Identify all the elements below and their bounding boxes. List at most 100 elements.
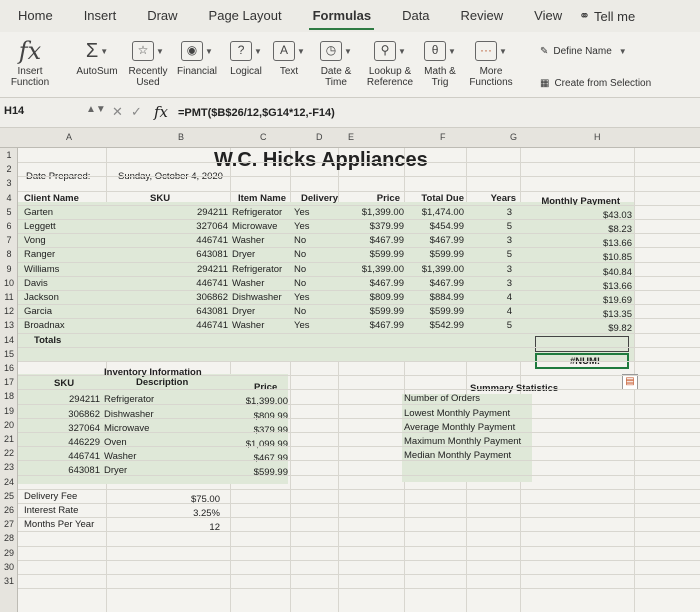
- row-header[interactable]: 12: [0, 306, 18, 316]
- row-header[interactable]: 4: [0, 193, 18, 203]
- letter-a-icon: A ▼: [272, 36, 306, 66]
- date-time-button[interactable]: ◷ ▼ Date & Time: [314, 36, 358, 88]
- gridline-h: [18, 503, 700, 504]
- order-header-cell: SKU: [150, 192, 171, 204]
- row-header[interactable]: 31: [0, 576, 18, 586]
- row-header[interactable]: 15: [0, 349, 18, 359]
- name-box[interactable]: H14: [4, 105, 24, 117]
- row-header[interactable]: 21: [0, 434, 18, 444]
- math-label-2: Trig: [431, 77, 449, 88]
- row-header[interactable]: 2: [0, 164, 18, 174]
- enter-check-icon[interactable]: ✓: [131, 104, 142, 120]
- parameter-label: Interest Rate: [24, 505, 79, 516]
- order-cell: Yes: [294, 292, 310, 303]
- row-header[interactable]: 9: [0, 264, 18, 274]
- tab-review[interactable]: Review: [443, 0, 517, 32]
- order-cell: $884.99: [429, 292, 464, 303]
- row-header[interactable]: 6: [0, 221, 18, 231]
- column-a-header[interactable]: A: [66, 132, 72, 142]
- recently-used-label-1: Recently: [128, 66, 168, 77]
- insert-function-button[interactable]: fx Insert Function: [6, 36, 54, 89]
- financial-button[interactable]: ◉ ▼ Financial: [172, 36, 222, 77]
- column-headers: A B C D E F G H: [0, 128, 700, 148]
- order-cell: $809.99: [369, 292, 404, 303]
- logical-button[interactable]: ? ▼ Logical: [226, 36, 266, 77]
- row-header[interactable]: 14: [0, 335, 18, 345]
- row-header[interactable]: 29: [0, 548, 18, 558]
- row-header[interactable]: 13: [0, 320, 18, 330]
- order-cell: $542.99: [429, 320, 464, 332]
- tab-data[interactable]: Data: [384, 0, 442, 32]
- row-header[interactable]: 10: [0, 278, 18, 288]
- math-trig-button[interactable]: θ ▼ Math & Trig: [420, 36, 460, 88]
- row-header[interactable]: 11: [0, 292, 18, 302]
- column-b-header[interactable]: B: [178, 132, 184, 142]
- order-cell: Yes: [294, 320, 310, 332]
- tab-draw[interactable]: Draw: [129, 0, 190, 32]
- row-header[interactable]: 7: [0, 235, 18, 245]
- order-cell: $599.99: [369, 306, 404, 318]
- row-header[interactable]: 16: [0, 363, 18, 373]
- lookup-label-1: Lookup &: [368, 66, 412, 77]
- define-name-label: Define Name: [553, 46, 612, 57]
- row-header[interactable]: 27: [0, 519, 18, 529]
- tab-formulas[interactable]: Formulas: [295, 0, 385, 32]
- row-header[interactable]: 3: [0, 178, 18, 188]
- order-cell: 3: [506, 277, 512, 289]
- tab-page-layout[interactable]: Page Layout: [191, 0, 295, 32]
- worksheet-grid[interactable]: A B C D E F G H 1 2 3 4 5 6 7 8 9 10 11 12 13 14 15 16 1…: [0, 128, 700, 612]
- magnifier-icon: ⚲ ▼: [362, 36, 418, 66]
- gridline-h: [18, 275, 700, 277]
- order-header-cell: Item Name: [237, 192, 286, 204]
- define-name-button[interactable]: ✎ Define Name ▼: [540, 46, 627, 57]
- updown-icon: ▲▼: [86, 104, 106, 115]
- row-header[interactable]: 22: [0, 448, 18, 458]
- column-e-header[interactable]: E: [348, 132, 354, 142]
- column-f-header[interactable]: F: [440, 132, 446, 142]
- text-button[interactable]: A ▼ Text: [272, 36, 306, 77]
- row-header[interactable]: 5: [0, 207, 18, 217]
- gridline-h: [18, 219, 700, 220]
- cancel-icon[interactable]: ✕: [112, 104, 123, 120]
- lookup-reference-button[interactable]: ⚲ ▼ Lookup & Reference: [362, 36, 418, 88]
- more-functions-button[interactable]: ··· ▼ More Functions: [466, 36, 516, 88]
- autosum-button[interactable]: Σ ▼ AutoSum: [76, 36, 118, 78]
- gridline-h: [18, 332, 700, 334]
- tab-insert[interactable]: Insert: [66, 0, 130, 32]
- row-header[interactable]: 26: [0, 505, 18, 515]
- column-d-header[interactable]: D: [316, 132, 323, 142]
- row-header[interactable]: 1: [0, 150, 18, 160]
- row-header[interactable]: 20: [0, 420, 18, 430]
- formula-input[interactable]: =PMT($B$26/12,$G14*12,-F14): [178, 107, 335, 119]
- create-from-selection-button[interactable]: ▦ Create from Selection: [540, 78, 651, 89]
- fx-icon[interactable]: fx: [154, 103, 168, 121]
- tell-me-search[interactable]: ⚭ Tell me: [579, 8, 635, 24]
- paste-options-icon[interactable]: ▤: [622, 374, 638, 390]
- row-header[interactable]: 18: [0, 391, 18, 401]
- row-header[interactable]: 19: [0, 406, 18, 416]
- ribbon-formulas: fx Insert Function Σ ▼ AutoSum ☆ ▼ Recentl…: [0, 32, 700, 98]
- order-cell: 446741: [196, 320, 228, 332]
- row-header[interactable]: 30: [0, 562, 18, 572]
- formula-bar: H14 ▲▼ ✕ ✓ fx =PMT($B$26/12,$G14*12,-F14…: [0, 98, 700, 128]
- tab-view[interactable]: View: [516, 0, 575, 32]
- row-header[interactable]: 25: [0, 491, 18, 501]
- parameter-label: Delivery Fee: [24, 490, 78, 502]
- order-cell: $1,399.00: [361, 206, 404, 218]
- row-header[interactable]: 24: [0, 477, 18, 487]
- row-header[interactable]: 17: [0, 377, 18, 387]
- row-header[interactable]: 8: [0, 249, 18, 259]
- row-header[interactable]: 23: [0, 462, 18, 472]
- column-h-header[interactable]: H: [594, 132, 601, 142]
- order-cell: 643081: [196, 249, 228, 261]
- row-header[interactable]: 28: [0, 533, 18, 543]
- tab-home[interactable]: Home: [0, 0, 66, 32]
- recently-used-button[interactable]: ☆ ▼ Recently Used: [124, 36, 172, 88]
- order-cell: Dishwasher: [232, 292, 282, 303]
- totals-monthly-payment-cell[interactable]: [535, 336, 629, 352]
- order-cell: $467.99: [369, 235, 404, 247]
- column-c-header[interactable]: C: [260, 132, 267, 142]
- order-cell: Davis: [24, 277, 48, 289]
- order-cell: 5: [506, 221, 512, 232]
- column-g-header[interactable]: G: [510, 132, 517, 142]
